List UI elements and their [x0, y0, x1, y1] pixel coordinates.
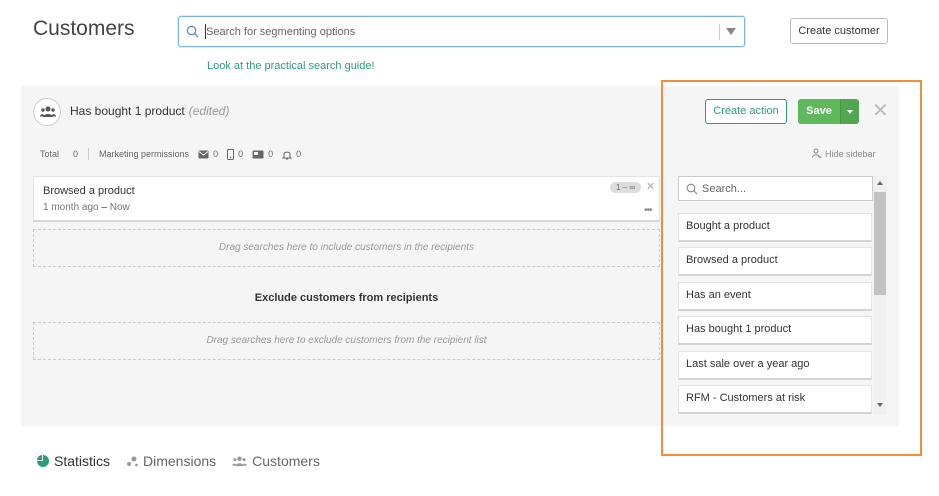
pie-chart-icon: [37, 455, 49, 467]
email-count: 0: [213, 149, 219, 159]
segment-search-input[interactable]: [206, 23, 706, 41]
chevron-down-icon[interactable]: [726, 28, 736, 35]
users-icon: [40, 106, 56, 117]
segment-name: Has bought 1 product: [70, 104, 185, 118]
search-icon: [186, 25, 199, 38]
segment-title: Has bought 1 product (edited): [70, 104, 229, 118]
segment-stats: Total 0 Marketing permissions 0 0 0 0: [40, 148, 301, 160]
bottom-tabs: Statistics Dimensions Customers: [37, 453, 320, 469]
sidebar-highlight-frame: [661, 80, 922, 456]
dimensions-icon: [127, 456, 138, 467]
more-options-icon[interactable]: •••: [644, 205, 652, 216]
range-separator: –: [98, 202, 110, 213]
push-icon: [252, 150, 264, 158]
search-card-browsed-product[interactable]: Browsed a product 1 month ago – Now 1 – …: [33, 176, 660, 222]
search-card-range[interactable]: 1 month ago – Now: [43, 202, 130, 213]
segment-search-box[interactable]: [178, 16, 745, 47]
segment-avatar: [33, 98, 61, 126]
push-count: 0: [268, 149, 274, 159]
range-to: Now: [109, 202, 130, 213]
search-guide-link[interactable]: Look at the practical search guide!: [207, 60, 375, 72]
tab-customers[interactable]: Customers: [232, 453, 320, 469]
count-range-badge[interactable]: 1 – ∞: [610, 182, 642, 193]
edited-label: (edited): [188, 104, 230, 118]
tab-label: Customers: [252, 453, 320, 469]
total-label: Total: [40, 149, 60, 159]
search-card-name: Browsed a product: [43, 185, 135, 197]
bell-icon: [282, 151, 293, 160]
page-title: Customers: [33, 17, 135, 40]
exclude-section-title: Exclude customers from recipients: [254, 292, 439, 304]
phone-icon: [227, 148, 235, 160]
close-icon[interactable]: ✕: [646, 180, 655, 193]
tab-dimensions[interactable]: Dimensions: [126, 453, 216, 469]
stats-divider: [88, 148, 90, 160]
search-divider: [719, 24, 720, 40]
notification-count: 0: [296, 149, 302, 159]
users-icon: [232, 455, 247, 466]
tab-statistics[interactable]: Statistics: [37, 453, 110, 469]
exclude-drop-zone[interactable]: Drag searches here to exclude customers …: [33, 322, 660, 360]
tab-label: Dimensions: [143, 453, 217, 469]
tab-label: Statistics: [54, 453, 111, 469]
range-from: 1 month ago: [43, 202, 99, 213]
sms-count: 0: [238, 149, 244, 159]
total-value: 0: [73, 149, 79, 159]
create-customer-button[interactable]: Create customer: [790, 18, 888, 44]
include-drop-zone[interactable]: Drag searches here to include customers …: [33, 229, 660, 267]
email-icon: [198, 150, 209, 158]
marketing-permissions-label: Marketing permissions: [99, 149, 190, 159]
